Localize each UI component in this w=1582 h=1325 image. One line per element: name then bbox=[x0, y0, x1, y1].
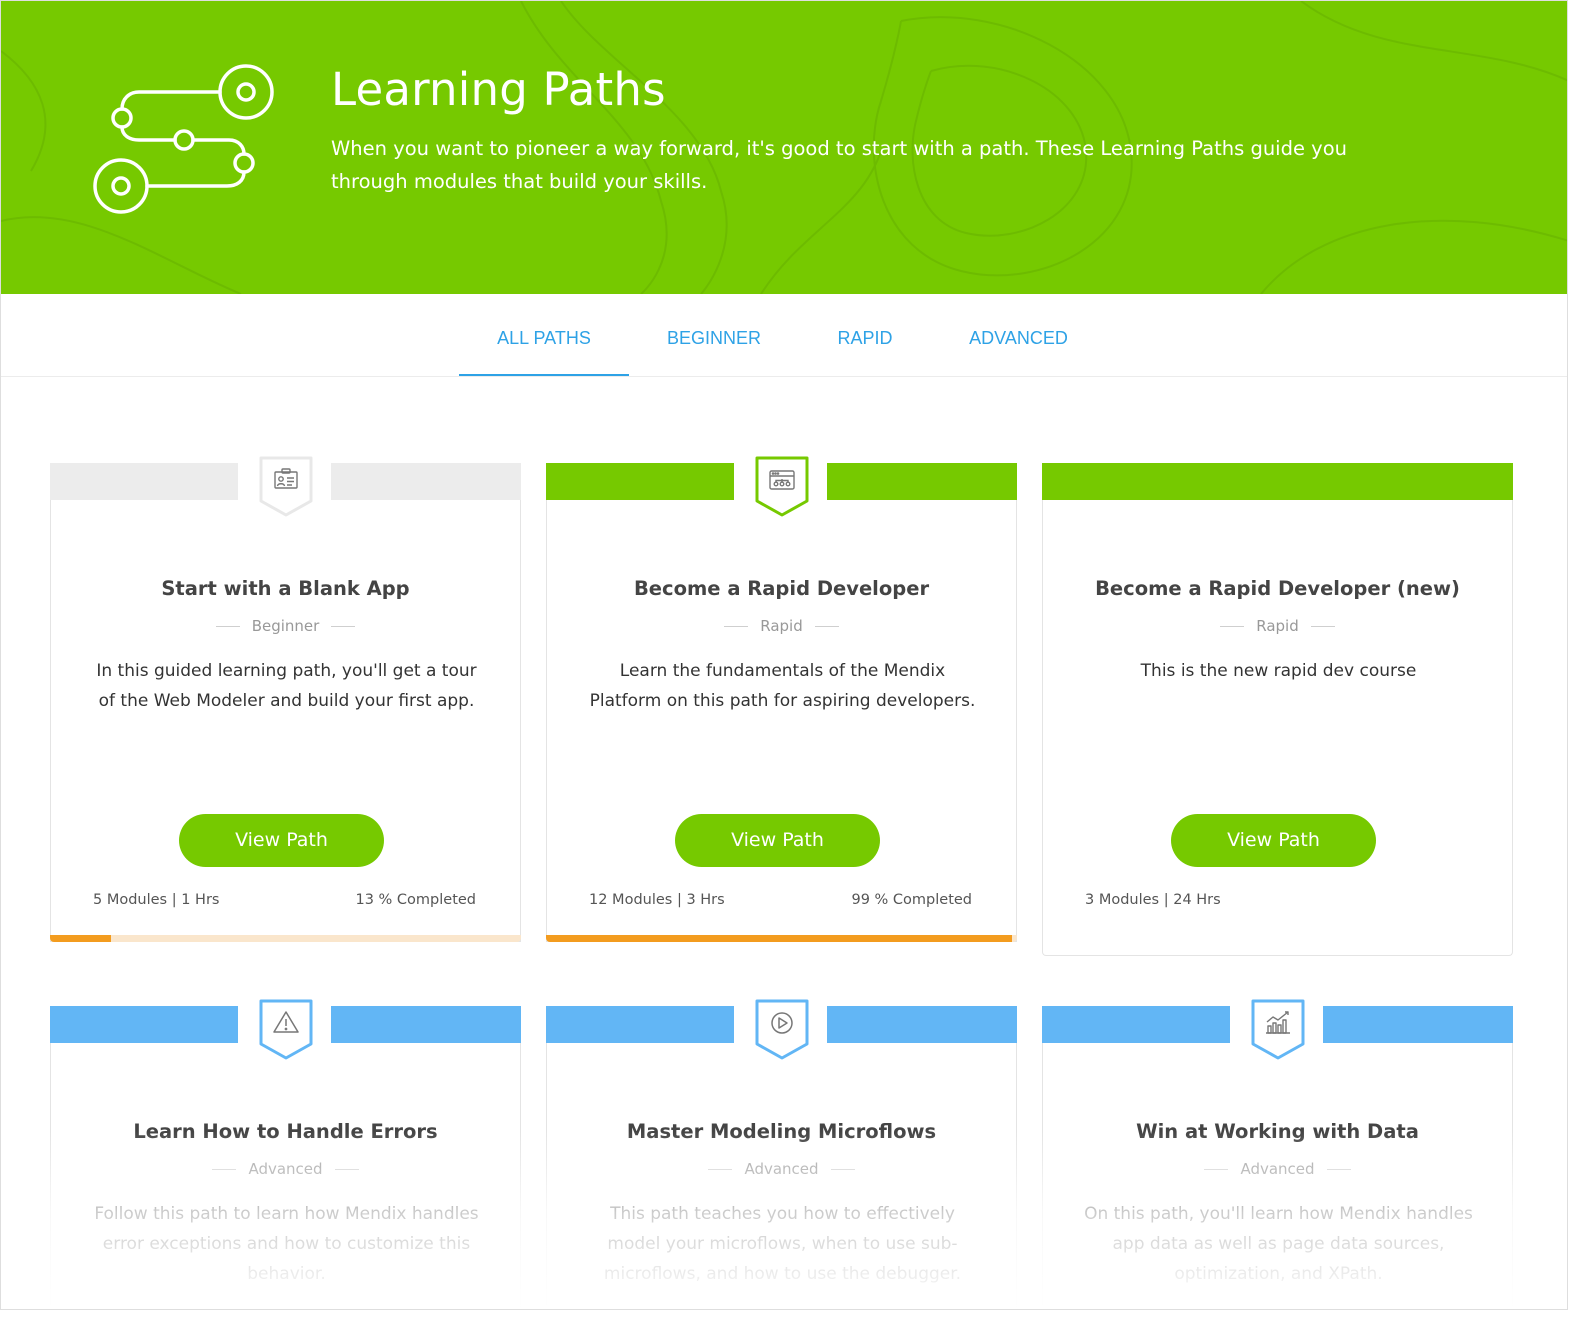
path-card: Master Modeling Microflows Advanced This… bbox=[546, 999, 1017, 1309]
card-title: Learn How to Handle Errors bbox=[133, 1120, 438, 1143]
progress-bar bbox=[50, 935, 521, 942]
card-description: On this path, you'll learn how Mendix ha… bbox=[1084, 1204, 1473, 1284]
tab-all-paths[interactable]: ALL PATHS bbox=[459, 294, 629, 376]
page-title: Learning Paths bbox=[331, 63, 666, 116]
tab-rapid[interactable]: RAPID bbox=[799, 294, 931, 376]
card-level: Advanced bbox=[547, 1160, 1016, 1178]
app-window-icon bbox=[755, 456, 809, 517]
view-path-button[interactable]: View Path bbox=[675, 814, 880, 867]
card-level: Advanced bbox=[51, 1160, 520, 1178]
card-completion: 99 % Completed bbox=[851, 892, 972, 908]
progress-fill bbox=[50, 935, 112, 942]
card-level: Advanced bbox=[1043, 1160, 1512, 1178]
bar-chart-icon bbox=[1251, 999, 1305, 1060]
card-level-label: Rapid bbox=[760, 617, 803, 635]
card-level-label: Beginner bbox=[251, 617, 320, 635]
card-level: Rapid bbox=[1043, 617, 1512, 635]
path-card: Start with a Blank App Beginner In this … bbox=[50, 456, 521, 942]
card-title: Start with a Blank App bbox=[161, 577, 410, 600]
id-card-icon bbox=[259, 456, 313, 517]
page-description: When you want to pioneer a way forward, … bbox=[331, 137, 1347, 193]
card-title: Master Modeling Microflows bbox=[626, 1120, 937, 1143]
card-description: This path teaches you how to effectively… bbox=[603, 1204, 962, 1284]
card-level: Rapid bbox=[547, 617, 1016, 635]
play-icon bbox=[755, 999, 809, 1060]
card-description: Follow this path to learn how Mendix han… bbox=[94, 1204, 479, 1284]
card-level: Beginner bbox=[51, 617, 520, 635]
card-level-label: Advanced bbox=[248, 1160, 323, 1178]
card-stats: 3 Modules | 24 Hrs bbox=[1085, 892, 1221, 908]
tab-advanced[interactable]: ADVANCED bbox=[931, 294, 1106, 376]
card-header-band bbox=[1042, 463, 1513, 500]
path-route-icon bbox=[93, 64, 274, 214]
card-stats: 5 Modules | 1 Hrs bbox=[93, 892, 220, 908]
progress-bar bbox=[546, 935, 1017, 942]
card-description: In this guided learning path, you'll get… bbox=[96, 661, 477, 711]
card-title: Become a Rapid Developer bbox=[633, 577, 930, 600]
card-level-label: Advanced bbox=[1240, 1160, 1315, 1178]
card-completion: 13 % Completed bbox=[355, 892, 476, 908]
card-description: This is the new rapid dev course bbox=[1140, 661, 1417, 681]
tab-beginner[interactable]: BEGINNER bbox=[629, 294, 799, 376]
card-level-label: Advanced bbox=[744, 1160, 819, 1178]
progress-fill bbox=[546, 935, 1013, 942]
path-card: Become a Rapid Developer (new) Rapid Thi… bbox=[1042, 463, 1513, 956]
card-level-label: Rapid bbox=[1256, 617, 1299, 635]
view-path-button[interactable]: View Path bbox=[1171, 814, 1376, 867]
path-card: Win at Working with Data Advanced On thi… bbox=[1042, 999, 1513, 1309]
card-stats: 12 Modules | 3 Hrs bbox=[589, 892, 725, 908]
card-description: Learn the fundamentals of the Mendix Pla… bbox=[589, 661, 976, 711]
filter-tabs: ALL PATHS BEGINNER RAPID ADVANCED bbox=[1, 294, 1567, 377]
hero-banner: Learning Paths When you want to pioneer … bbox=[1, 1, 1567, 294]
page: Learning Paths When you want to pioneer … bbox=[0, 0, 1568, 1310]
view-path-button[interactable]: View Path bbox=[179, 814, 384, 867]
card-title: Win at Working with Data bbox=[1136, 1120, 1419, 1143]
warning-icon bbox=[259, 999, 313, 1060]
path-card: Learn How to Handle Errors Advanced Foll… bbox=[50, 999, 521, 1309]
card-title: Become a Rapid Developer (new) bbox=[1095, 577, 1460, 600]
path-card: Become a Rapid Developer Rapid Learn the… bbox=[546, 456, 1017, 942]
